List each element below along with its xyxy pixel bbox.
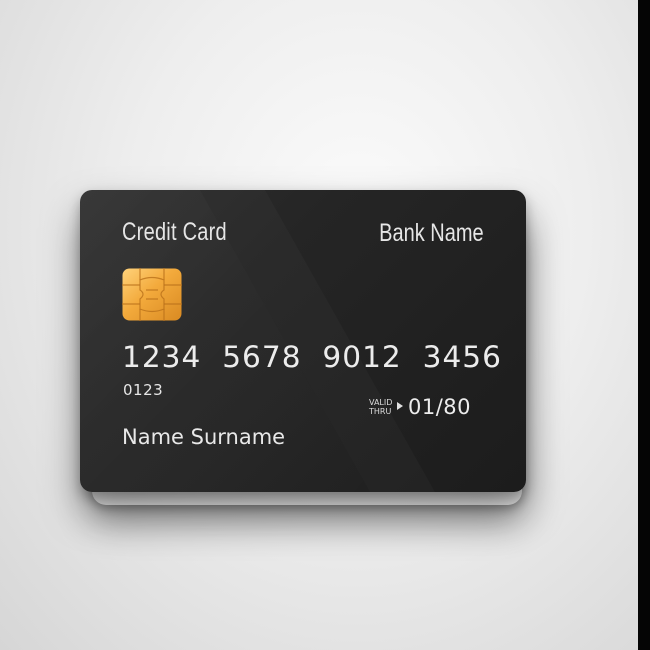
valid-label: VALID [369, 398, 393, 407]
expiry-date: 01/80 [408, 395, 472, 419]
credit-card: Credit Card Bank Name 1234 5678 9012 345… [80, 190, 526, 492]
emv-chip-icon [122, 268, 182, 321]
card-title: Credit Card [122, 218, 227, 246]
bank-name: Bank Name [379, 219, 485, 247]
cardholder-name: Name Surname [122, 425, 286, 449]
thru-label: THRU [369, 407, 392, 416]
card-sub-number: 0123 [123, 381, 164, 399]
page-edge-bar [638, 0, 650, 650]
valid-thru-label: VALID THRU [369, 398, 409, 416]
arrow-right-icon [397, 402, 403, 410]
card-number: 1234 5678 9012 3456 [122, 340, 502, 374]
